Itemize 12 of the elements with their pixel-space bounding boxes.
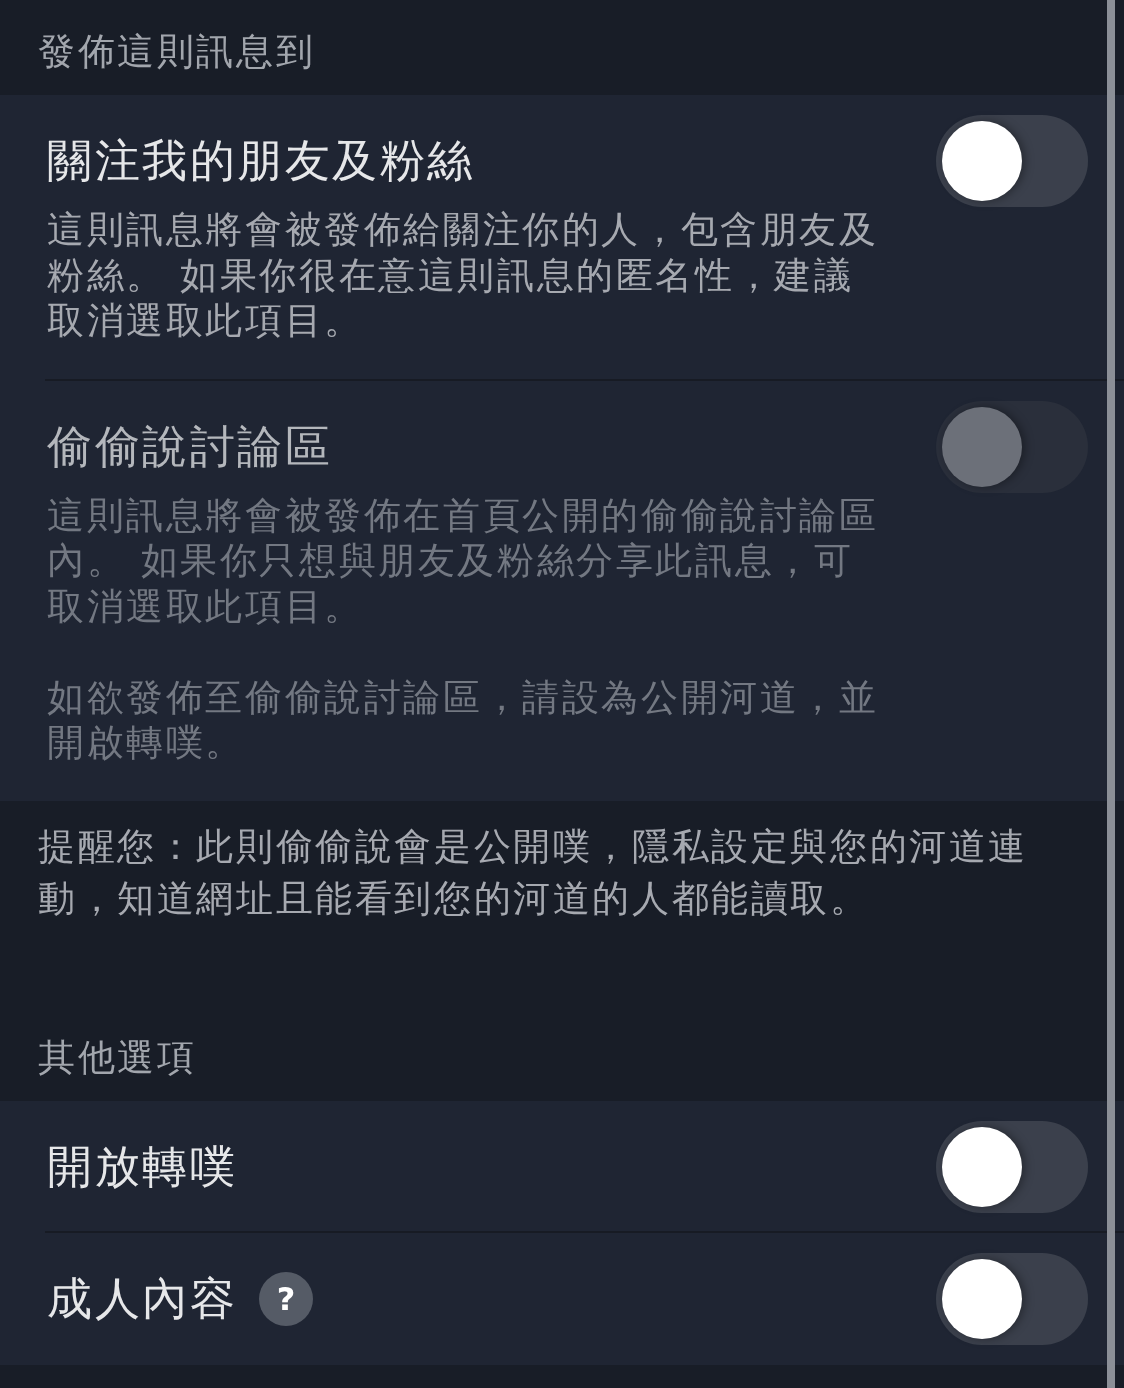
scrollbar[interactable] [1107,0,1115,1388]
option-description: 如欲發佈至偷偷說討論區，請設為公開河道，並開啟轉噗。 [47,674,880,766]
option-title: 關注我的朋友及粉絲 [47,133,475,189]
note-text: 提醒您：此則偷偷說會是公開噗，隱私設定與您的河道連動，知道網址且能看到您的河道的人都能讀取。 [37,823,1029,922]
option-description: 這則訊息將會被發佈在首頁公開的偷偷說討論區內。 如果你只想與朋友及粉絲分享此訊息，可取消選取此項目。 [47,492,880,629]
help-button[interactable]: ? [259,1271,313,1326]
option-title: 開放轉噗 [47,1138,237,1195]
section-header: 其他選項 [37,1034,198,1081]
section-header: 發佈這則訊息到 [37,29,317,75]
option-title: 偷偷說討論區 [47,418,332,475]
option-description: 這則訊息將會被發佈給關注你的人，包含朋友及粉絲。 如果你很在意這則訊息的匿名性，建議取消選取此項目。 [47,207,880,344]
option-title: 成人內容 [47,1270,237,1327]
